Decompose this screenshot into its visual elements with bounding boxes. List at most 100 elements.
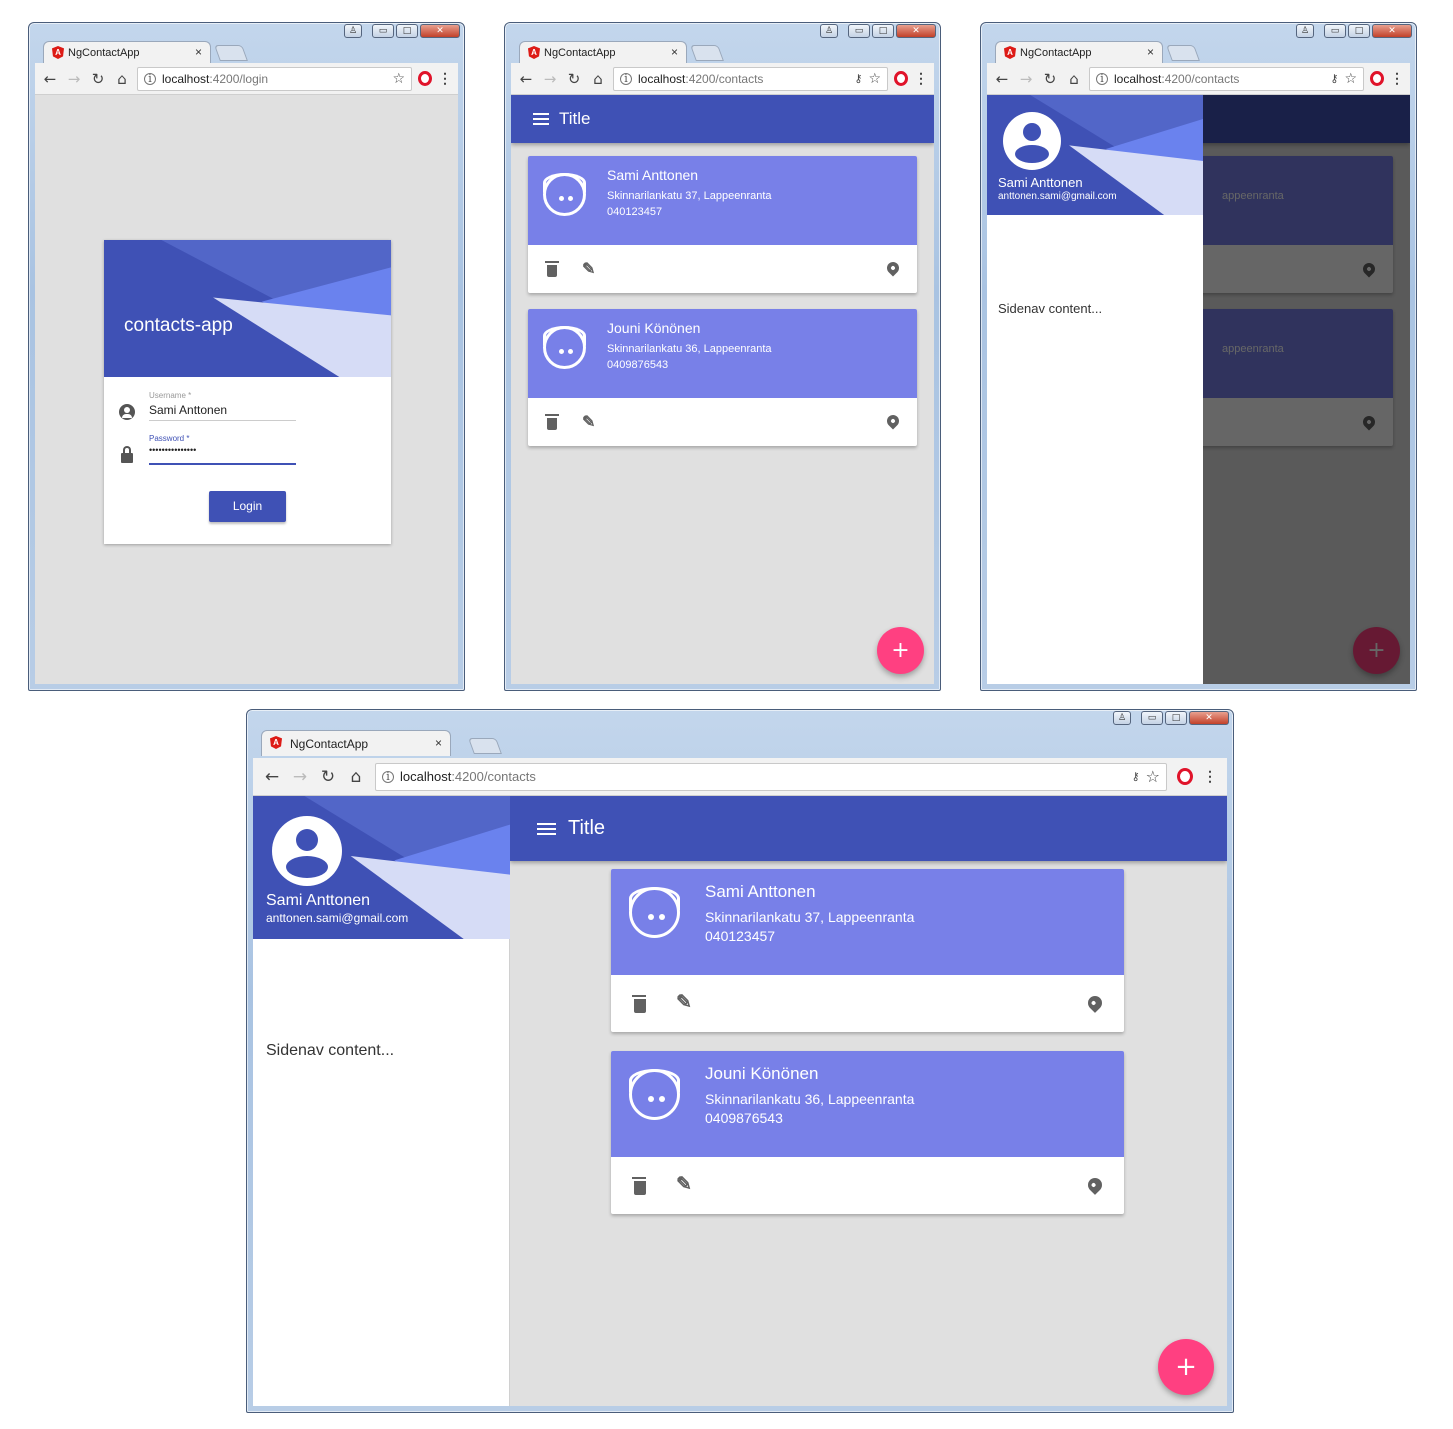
delete-icon[interactable] <box>545 261 559 277</box>
close-window-button[interactable]: ✕ <box>1189 711 1229 725</box>
contact-address: Skinnarilankatu 36, Lappeenranta <box>705 1091 915 1107</box>
app-toolbar: Title <box>510 796 1227 861</box>
new-tab-button[interactable] <box>468 738 502 754</box>
menu-icon[interactable] <box>533 110 549 128</box>
url-path: :4200/contacts <box>451 769 536 784</box>
minimize-button[interactable]: ▭ <box>848 24 870 38</box>
user-profile-button[interactable]: ♙ <box>1113 711 1131 725</box>
location-icon[interactable] <box>884 259 902 277</box>
back-icon[interactable]: ← <box>263 767 281 787</box>
browser-toolbar: ← → ↻ ⌂ i localhost:4200/contacts ⚷ ☆ ⋮ <box>987 63 1410 95</box>
delete-icon[interactable] <box>545 414 559 430</box>
home-icon[interactable]: ⌂ <box>347 767 365 787</box>
face-icon <box>629 887 680 938</box>
close-window-button[interactable]: ✕ <box>896 24 936 38</box>
reload-icon[interactable]: ↻ <box>565 70 583 88</box>
star-icon[interactable]: ☆ <box>1146 767 1160 786</box>
info-icon[interactable]: i <box>382 770 394 783</box>
location-icon[interactable] <box>1085 1175 1105 1195</box>
close-window-button[interactable]: ✕ <box>1372 24 1412 38</box>
opera-icon[interactable] <box>1370 71 1384 86</box>
tab-close-icon[interactable]: × <box>435 736 442 750</box>
back-icon[interactable]: ← <box>41 70 59 88</box>
add-contact-button[interactable]: + <box>877 627 924 674</box>
star-icon[interactable]: ☆ <box>868 71 881 87</box>
password-input[interactable]: ••••••••••••••• <box>149 445 196 455</box>
edit-icon[interactable]: ✎ <box>582 412 595 432</box>
tab-close-icon[interactable]: × <box>195 45 202 59</box>
address-bar[interactable]: i localhost:4200/contacts ⚷ ☆ <box>613 66 888 91</box>
address-bar[interactable]: i localhost:4200/login ☆ <box>137 66 412 91</box>
key-icon[interactable]: ⚷ <box>1132 770 1140 783</box>
home-icon[interactable]: ⌂ <box>1065 70 1083 88</box>
key-icon[interactable]: ⚷ <box>854 72 862 85</box>
info-icon[interactable]: i <box>1096 72 1108 85</box>
info-icon[interactable]: i <box>620 72 632 85</box>
contact-address: Skinnarilankatu 36, Lappeenranta <box>607 343 772 355</box>
new-tab-button[interactable] <box>214 45 248 61</box>
forward-icon[interactable]: → <box>541 70 559 88</box>
browser-tab[interactable]: A NgContactApp × <box>519 41 687 63</box>
maximize-button[interactable]: □ <box>1165 711 1187 725</box>
tab-title: NgContactApp <box>1020 46 1092 59</box>
back-icon[interactable]: ← <box>993 70 1011 88</box>
minimize-button[interactable]: ▭ <box>1141 711 1163 725</box>
tab-strip: A NgContactApp × <box>987 39 1410 63</box>
user-profile-button[interactable]: ♙ <box>344 24 362 38</box>
minimize-button[interactable]: ▭ <box>1324 24 1346 38</box>
login-button[interactable]: Login <box>209 491 286 522</box>
forward-icon[interactable]: → <box>291 767 309 787</box>
maximize-button[interactable]: □ <box>872 24 894 38</box>
opera-icon[interactable] <box>894 71 908 86</box>
menu-dots-icon[interactable]: ⋮ <box>1203 768 1217 785</box>
user-profile-button[interactable]: ♙ <box>1296 24 1314 38</box>
reload-icon[interactable]: ↻ <box>1041 70 1059 88</box>
address-bar[interactable]: i localhost:4200/contacts ⚷ ☆ <box>1089 66 1364 91</box>
menu-icon[interactable] <box>537 820 556 838</box>
menu-dots-icon[interactable]: ⋮ <box>914 70 928 87</box>
opera-icon[interactable] <box>1177 768 1193 785</box>
edit-icon[interactable]: ✎ <box>582 259 595 279</box>
maximize-button[interactable]: □ <box>1348 24 1370 38</box>
tab-strip: A NgContactApp × <box>253 728 1227 756</box>
forward-icon[interactable]: → <box>1017 70 1035 88</box>
edit-icon[interactable]: ✎ <box>676 991 692 1014</box>
menu-dots-icon[interactable]: ⋮ <box>1390 70 1404 87</box>
location-icon[interactable] <box>884 412 902 430</box>
user-profile-button[interactable]: ♙ <box>820 24 838 38</box>
star-icon[interactable]: ☆ <box>392 71 405 87</box>
face-icon <box>543 173 586 216</box>
star-icon[interactable]: ☆ <box>1344 71 1357 87</box>
contact-phone: 0409876543 <box>607 359 669 371</box>
close-window-button[interactable]: ✕ <box>420 24 460 38</box>
home-icon[interactable]: ⌂ <box>589 70 607 88</box>
contact-card: Jouni Könönen Skinnarilankatu 36, Lappee… <box>611 1051 1124 1214</box>
home-icon[interactable]: ⌂ <box>113 70 131 88</box>
reload-icon[interactable]: ↻ <box>319 767 337 787</box>
tab-close-icon[interactable]: × <box>671 45 678 59</box>
browser-tab[interactable]: A NgContactApp × <box>261 730 451 756</box>
info-icon[interactable]: i <box>144 72 156 85</box>
contact-name: Jouni Könönen <box>607 320 701 336</box>
forward-icon[interactable]: → <box>65 70 83 88</box>
username-input[interactable]: Sami Anttonen <box>149 403 227 417</box>
location-icon[interactable] <box>1085 993 1105 1013</box>
new-tab-button[interactable] <box>1166 45 1200 61</box>
maximize-button[interactable]: □ <box>396 24 418 38</box>
menu-dots-icon[interactable]: ⋮ <box>438 70 452 87</box>
delete-icon[interactable] <box>632 995 646 1013</box>
browser-tab[interactable]: A NgContactApp × <box>43 41 211 63</box>
add-contact-button[interactable]: + <box>1158 1339 1214 1395</box>
delete-icon[interactable] <box>632 1177 646 1195</box>
key-icon[interactable]: ⚷ <box>1330 72 1338 85</box>
back-icon[interactable]: ← <box>517 70 535 88</box>
minimize-button[interactable]: ▭ <box>372 24 394 38</box>
address-bar[interactable]: i localhost:4200/contacts ⚷ ☆ <box>375 762 1167 791</box>
username-underline <box>149 420 296 421</box>
reload-icon[interactable]: ↻ <box>89 70 107 88</box>
browser-tab[interactable]: A NgContactApp × <box>995 41 1163 63</box>
new-tab-button[interactable] <box>690 45 724 61</box>
tab-close-icon[interactable]: × <box>1147 45 1154 59</box>
edit-icon[interactable]: ✎ <box>676 1173 692 1196</box>
opera-icon[interactable] <box>418 71 432 86</box>
